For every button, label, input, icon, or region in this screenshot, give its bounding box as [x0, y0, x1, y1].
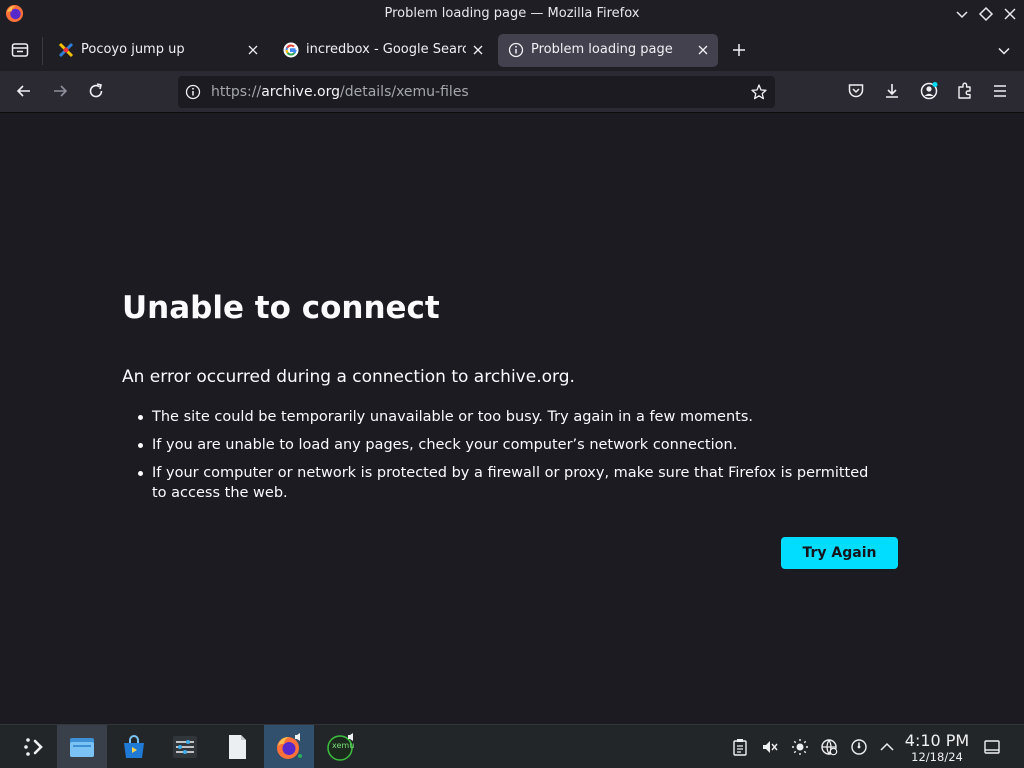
taskbar-document[interactable] — [212, 725, 262, 768]
network-icon[interactable] — [820, 738, 838, 756]
store-icon — [124, 735, 144, 758]
close-tab-icon[interactable] — [471, 43, 485, 57]
document-icon — [229, 735, 246, 759]
account-icon[interactable] — [919, 81, 939, 101]
taskbar-settings[interactable] — [160, 725, 210, 768]
show-desktop-icon[interactable] — [983, 738, 1001, 756]
close-tab-icon[interactable] — [246, 43, 260, 57]
digital-clock[interactable]: 4:10 PM 12/18/24 — [898, 731, 976, 765]
error-title: Unable to connect — [122, 290, 440, 326]
firefox-view-icon[interactable] — [11, 42, 29, 58]
downloads-icon[interactable] — [882, 81, 902, 101]
maximize-button[interactable] — [978, 6, 994, 22]
screen: Problem loading page — Mozilla Firefox P… — [0, 0, 1024, 768]
clock-time: 4:10 PM — [904, 731, 970, 750]
list-all-tabs-chevron-icon[interactable] — [996, 43, 1012, 59]
extensions-icon[interactable] — [955, 81, 975, 101]
url-path: /details/xemu-files — [340, 84, 469, 100]
url-bar[interactable]: https://archive.org/details/xemu-files — [178, 76, 775, 108]
try-again-button[interactable]: Try Again — [781, 537, 898, 569]
error-intro: An error occurred during a connection to… — [122, 367, 575, 387]
forward-arrow-icon[interactable] — [50, 81, 70, 101]
minimize-button[interactable] — [954, 6, 970, 22]
clipboard-icon[interactable] — [731, 738, 749, 756]
brightness-icon[interactable] — [791, 738, 809, 756]
pocoyo-favicon-icon — [58, 42, 74, 58]
firefox-icon — [277, 733, 302, 759]
taskbar-store[interactable] — [109, 725, 159, 768]
navigation-toolbar: https://archive.org/details/xemu-files — [0, 71, 1024, 113]
url-scheme: https:// — [211, 84, 262, 100]
settings-icon — [173, 736, 197, 758]
tab-label: incredbox - Google Search — [306, 42, 466, 57]
application-launcher-icon — [24, 738, 43, 756]
info-icon — [508, 42, 524, 58]
tab-problem-loading[interactable]: Problem loading page — [498, 34, 718, 67]
window-title: Problem loading page — Mozilla Firefox — [384, 6, 640, 21]
bookmark-star-icon[interactable] — [750, 83, 768, 101]
window-titlebar: Problem loading page — Mozilla Firefox — [0, 0, 1024, 29]
tab-pocoyo[interactable]: Pocoyo jump up — [48, 34, 268, 67]
taskbar-files[interactable] — [57, 725, 107, 768]
site-info-icon[interactable] — [185, 84, 201, 100]
performance-gauge-icon[interactable] — [850, 738, 868, 756]
menu-hamburger-icon[interactable] — [990, 81, 1010, 101]
tab-label: Problem loading page — [531, 42, 673, 57]
taskbar: xemu 4:10 PM 12/18/24 — [0, 724, 1024, 768]
tab-separator — [42, 37, 43, 65]
new-tab-plus-icon[interactable] — [731, 42, 747, 58]
show-hidden-icons-chevron-icon[interactable] — [878, 738, 896, 756]
google-favicon-icon — [283, 42, 299, 58]
pocket-icon[interactable] — [846, 81, 866, 101]
application-launcher-button[interactable] — [8, 725, 58, 768]
tab-label: Pocoyo jump up — [81, 42, 185, 57]
volume-muted-icon[interactable] — [761, 738, 779, 756]
back-arrow-icon[interactable] — [14, 81, 34, 101]
error-suggestion: If you are unable to load any pages, che… — [138, 435, 887, 455]
url-host: archive.org — [261, 84, 340, 100]
reload-icon[interactable] — [86, 81, 106, 101]
taskbar-xemu[interactable]: xemu — [316, 725, 366, 768]
error-suggestion: The site could be temporarily unavailabl… — [138, 407, 887, 427]
tab-strip: Pocoyo jump up incredbox - Google Search… — [0, 29, 1024, 71]
taskbar-firefox[interactable] — [264, 725, 314, 768]
tab-google-search[interactable]: incredbox - Google Search — [273, 34, 493, 67]
error-suggestions-list: The site could be temporarily unavailabl… — [138, 407, 887, 511]
clock-date: 12/18/24 — [911, 750, 963, 764]
close-tab-icon[interactable] — [696, 43, 710, 57]
url-text: https://archive.org/details/xemu-files — [211, 84, 469, 100]
close-window-button[interactable] — [1002, 6, 1018, 22]
error-page: Unable to connect An error occurred duri… — [0, 114, 1024, 724]
error-suggestion: If your computer or network is protected… — [138, 463, 887, 503]
files-icon — [70, 738, 94, 757]
xemu-label: xemu — [332, 741, 355, 750]
